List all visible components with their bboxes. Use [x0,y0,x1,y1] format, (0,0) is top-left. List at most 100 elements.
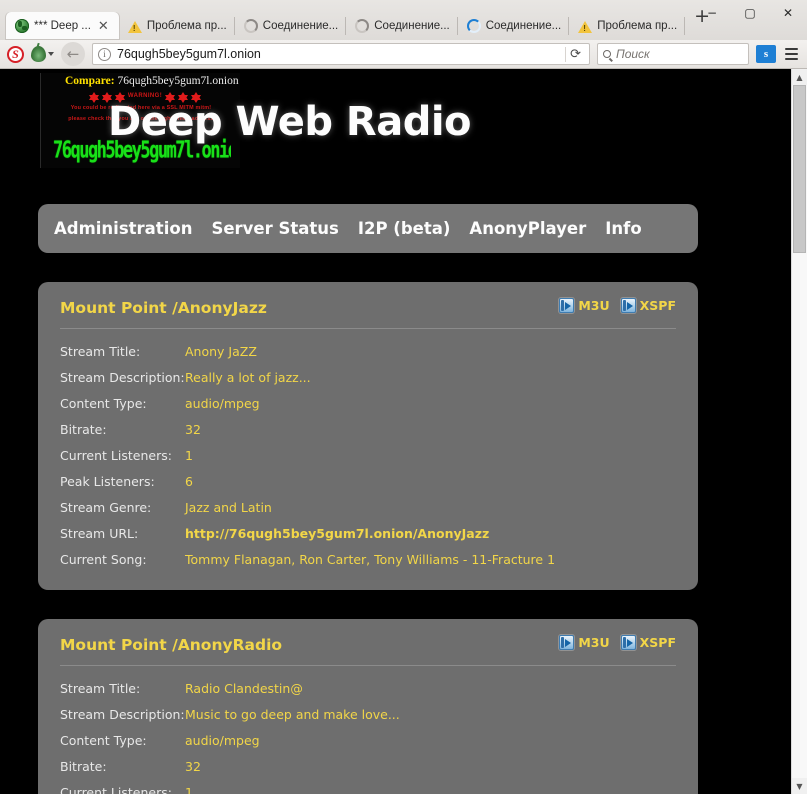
field-value-link[interactable]: http://76qugh5bey5gum7l.onion/AnonyJazz [185,526,489,541]
banner-compare-label: Compare: [65,75,115,87]
search-icon [603,50,611,58]
menu-icon[interactable] [783,45,800,63]
noscript-icon[interactable]: S [7,46,24,63]
field-row: Bitrate:32 [60,416,676,442]
browser-window: *** Deep ... ✕ Проблема пр... Соединение...… [0,0,807,794]
window-controls: − ▢ ✕ [693,0,807,26]
browser-tab[interactable]: *** Deep ... ✕ [6,12,119,40]
main-navigation: Administration Server Status I2P (beta) Ano… [38,204,698,253]
url-input[interactable]: 76qugh5bey5gum7l.onion [117,47,559,61]
field-value: 1 [185,785,193,794]
tab-label: Проблема пр... [597,20,677,32]
scroll-up-arrow-icon[interactable]: ▲ [792,69,807,85]
mount-point-fields: Stream Title:Radio Clandestin@Stream Des… [60,675,676,794]
maximize-button[interactable]: ▢ [731,0,769,26]
mount-point-list: Mount Point /AnonyJazz M3U XSPF Stream Titl… [0,282,791,794]
browser-tab[interactable]: Соединение... [235,12,346,40]
onion-icon [31,46,46,62]
nav-item-anonyplayer[interactable]: AnonyPlayer [469,219,586,238]
mount-point-fields: Stream Title:Anony JaZZStream Descriptio… [60,338,676,572]
reload-icon[interactable]: ⟳ [565,47,585,62]
field-row: Stream Title:Anony JaZZ [60,338,676,364]
scrollbar-track[interactable] [792,85,807,778]
banner-compare-address: 76qugh5bey5gum7l.onion [118,75,239,87]
browser-toolbar: S ← i 76qugh5bey5gum7l.onion ⟳ Поиск s [0,40,807,69]
tab-label: *** Deep ... [34,20,91,32]
nav-item-info[interactable]: Info [605,219,641,238]
playlist-link-m3u[interactable]: M3U [559,635,609,650]
tab-label: Соединение... [263,20,338,32]
playlist-link-xspf[interactable]: XSPF [621,635,676,650]
field-label: Stream Description: [60,370,185,385]
field-label: Stream Title: [60,344,185,359]
field-label: Current Listeners: [60,448,185,463]
page-viewport: Compare: 76qugh5bey5gum7l.onion WARNING!… [0,69,807,794]
minimize-button[interactable]: − [693,0,731,26]
back-button[interactable]: ← [61,42,85,66]
field-value: Really a lot of jazz... [185,370,311,385]
field-label: Peak Listeners: [60,474,185,489]
scroll-down-arrow-icon[interactable]: ▼ [792,778,807,794]
sync-icon[interactable]: s [756,45,776,63]
field-row: Stream Description:Really a lot of jazz.… [60,364,676,390]
field-label: Bitrate: [60,759,185,774]
mount-point-header: Mount Point /AnonyRadio M3U XSPF [60,635,676,666]
field-value: Tommy Flanagan, Ron Carter, Tony William… [185,552,555,567]
playlist-link-label: XSPF [640,298,676,313]
browser-tab[interactable]: Соединение... [458,12,569,40]
field-label: Current Listeners: [60,785,185,794]
close-window-button[interactable]: ✕ [769,0,807,26]
playlist-link-m3u[interactable]: M3U [559,298,609,313]
play-icon [559,635,574,650]
field-row: Bitrate:32 [60,753,676,779]
loading-spinner-icon [244,19,258,33]
field-label: Content Type: [60,733,185,748]
star-icon [89,92,99,100]
warning-icon [578,21,592,33]
field-value: 32 [185,422,201,437]
page-scrollbar[interactable]: ▲ ▼ [791,69,807,794]
chevron-down-icon [48,52,54,56]
banner-warning-label: WARNING! [128,93,162,99]
search-input[interactable]: Поиск [616,47,650,61]
mount-point-card: Mount Point /AnonyJazz M3U XSPF Stream Titl… [38,282,698,590]
field-label: Current Song: [60,552,185,567]
playlist-links: M3U XSPF [559,298,676,313]
close-tab-icon[interactable]: ✕ [96,20,111,33]
playlist-link-xspf[interactable]: XSPF [621,298,676,313]
nav-item-server-status[interactable]: Server Status [211,219,338,238]
field-row: Stream Description:Music to go deep and … [60,701,676,727]
browser-tab[interactable]: Соединение... [346,12,457,40]
mount-point-title: Mount Point /AnonyJazz [60,299,267,317]
site-banner: Compare: 76qugh5bey5gum7l.onion WARNING!… [40,73,480,168]
playlist-link-label: M3U [578,298,609,313]
playlist-link-label: XSPF [640,635,676,650]
web-page: Compare: 76qugh5bey5gum7l.onion WARNING!… [0,69,791,794]
mount-point-title: Mount Point /AnonyRadio [60,636,282,654]
banner-compare-text: Compare: 76qugh5bey5gum7l.onion [65,75,239,87]
search-bar[interactable]: Поиск [597,43,749,65]
globe-icon [15,19,29,33]
field-row: Peak Listeners:6 [60,468,676,494]
field-value: Anony JaZZ [185,344,257,359]
scrollbar-thumb[interactable] [793,85,806,253]
nav-item-i2p-beta[interactable]: I2P (beta) [358,219,451,238]
browser-tab[interactable]: Проблема пр... [119,12,235,40]
field-label: Bitrate: [60,422,185,437]
address-bar[interactable]: i 76qugh5bey5gum7l.onion ⟳ [92,43,590,65]
field-row: Stream URL:http://76qugh5bey5gum7l.onion… [60,520,676,546]
mount-point-card: Mount Point /AnonyRadio M3U XSPF Stream Tit… [38,619,698,794]
site-info-icon[interactable]: i [98,48,111,61]
torbutton-button[interactable] [31,46,54,62]
field-value: Jazz and Latin [185,500,272,515]
field-row: Stream Genre:Jazz and Latin [60,494,676,520]
field-value: 6 [185,474,193,489]
field-value: 32 [185,759,201,774]
nav-item-administration[interactable]: Administration [54,219,192,238]
field-row: Current Listeners:1 [60,779,676,794]
tab-label: Проблема пр... [147,20,227,32]
field-label: Stream Title: [60,681,185,696]
browser-tab[interactable]: Проблема пр... [569,12,685,40]
playlist-link-label: M3U [578,635,609,650]
play-icon [621,635,636,650]
